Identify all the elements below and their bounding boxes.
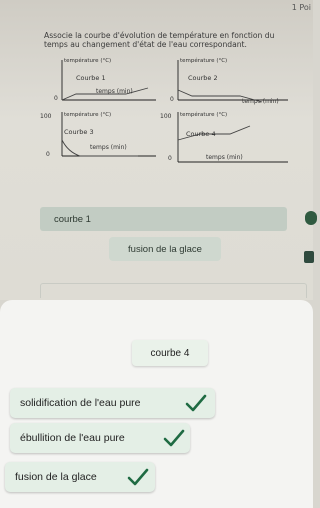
- curve-title: Courbe 4: [186, 130, 216, 138]
- placed-answer-chip[interactable]: fusion de la glace: [109, 237, 221, 261]
- next-drop-zone[interactable]: [40, 283, 307, 298]
- x-axis-label: temps (min): [96, 88, 133, 95]
- option-label: solidification de l'eau pure: [20, 397, 141, 409]
- drop-target-marker: [305, 211, 317, 225]
- check-icon: [127, 468, 149, 486]
- y-axis-label: température (°C): [180, 112, 228, 118]
- option-solidification[interactable]: solidification de l'eau pure: [10, 388, 215, 418]
- active-curve-label[interactable]: courbe 4: [132, 340, 208, 366]
- curve-title: Courbe 1: [76, 74, 106, 82]
- graph-courbe-1-plot: [61, 60, 156, 101]
- question-text: Associe la courbe d'évolution de tempéra…: [44, 31, 310, 49]
- graph-courbe-4: 100 température (°C) Courbe 4 temps (min…: [160, 110, 290, 166]
- option-fusion[interactable]: fusion de la glace: [5, 462, 155, 492]
- x-axis-label: temps (min): [206, 154, 243, 161]
- check-icon: [163, 429, 185, 447]
- top-tick: 100: [160, 113, 172, 120]
- x-axis-label: temps (min): [90, 144, 127, 151]
- zero-tick: 0: [168, 155, 172, 162]
- graph-courbe-1: température (°C) Courbe 1 temps (min) 0: [38, 58, 158, 110]
- graph-courbe-3-plot: [61, 112, 156, 157]
- y-axis-label: température (°C): [64, 112, 112, 118]
- zero-tick: 0: [170, 96, 174, 103]
- question-area: 1 Poi Associe la courbe d'évolution de t…: [0, 0, 317, 300]
- x-axis-label: temps (min): [242, 98, 279, 105]
- graph-courbe-2: température (°C) Courbe 2 temps (min) 0: [170, 58, 290, 110]
- y-axis-label: température (°C): [64, 58, 112, 64]
- curve-title: Courbe 3: [64, 128, 94, 136]
- option-label: fusion de la glace: [15, 471, 97, 483]
- curve-title: Courbe 2: [188, 74, 218, 82]
- question-line-1: Associe la courbe d'évolution de tempéra…: [44, 31, 275, 40]
- placed-curve-chip[interactable]: courbe 1: [40, 207, 287, 231]
- graph-courbe-3: 100 température (°C) Courbe 3 temps (min…: [38, 110, 158, 166]
- question-line-2: temps au changement d'état de l'eau corr…: [44, 40, 247, 49]
- y-axis-label: température (°C): [180, 58, 228, 64]
- option-label: ébullition de l'eau pure: [20, 432, 125, 444]
- side-tile: [304, 251, 314, 263]
- zero-tick: 0: [46, 151, 50, 158]
- option-ebullition[interactable]: ébullition de l'eau pure: [10, 423, 190, 453]
- check-icon: [185, 394, 207, 412]
- top-tick: 100: [40, 113, 52, 120]
- zero-tick: 0: [54, 95, 58, 102]
- points-label: 1 Poi: [291, 3, 311, 12]
